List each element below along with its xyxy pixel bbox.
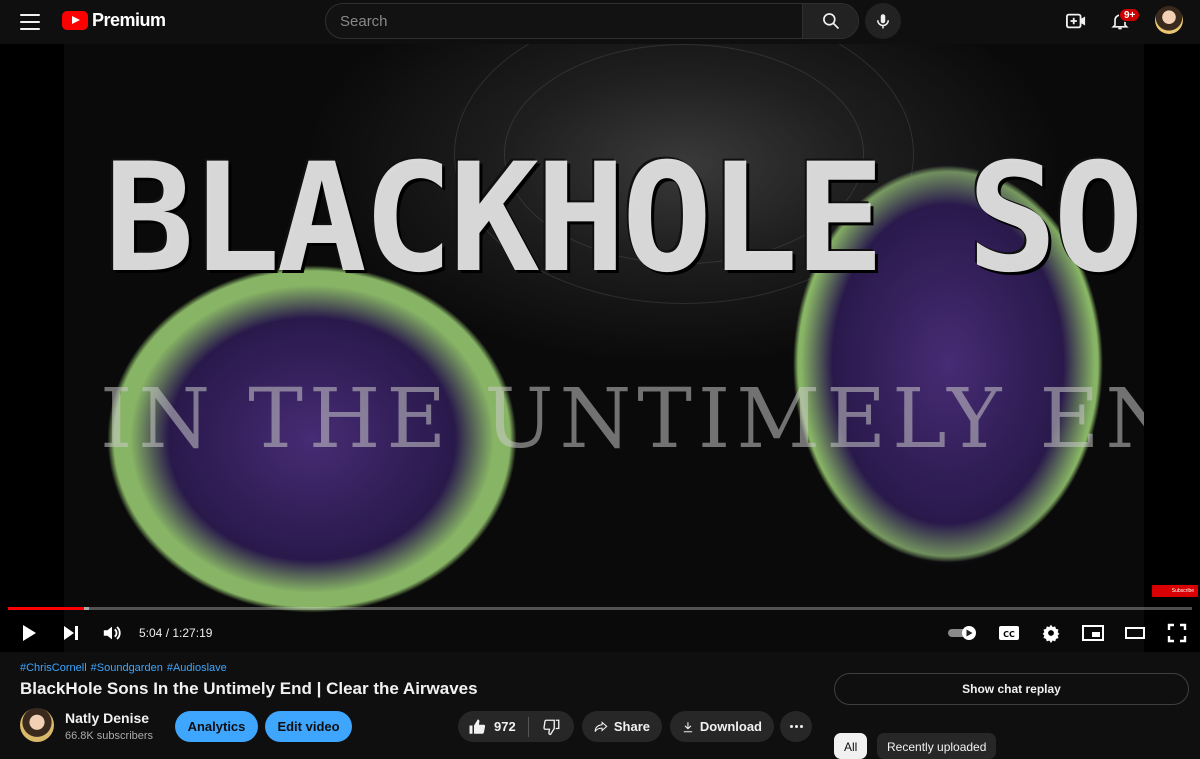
more-dot-icon: [799, 725, 803, 728]
create-button[interactable]: [1062, 8, 1090, 34]
autoplay-toggle[interactable]: [946, 618, 980, 648]
thumbs-down-icon: [542, 719, 559, 735]
more-dot-icon: [794, 725, 798, 728]
hashtag-list: #ChrisCornell #Soundgarden #Audioslave: [20, 662, 227, 674]
progress-bar[interactable]: [8, 607, 1192, 610]
video-overlay-title: BLACKHOLE SONS: [104, 132, 1144, 306]
voice-search-button[interactable]: [865, 3, 901, 39]
share-button[interactable]: Share: [582, 711, 662, 742]
subscribe-watermark-label: Subscribe: [1171, 588, 1194, 594]
show-chat-replay-button[interactable]: Show chat replay: [834, 673, 1189, 705]
miniplayer-icon: [1082, 625, 1104, 641]
notification-badge: 9+: [1119, 8, 1141, 22]
like-dislike-group: 972: [458, 711, 574, 742]
hashtag-link[interactable]: #Audioslave: [167, 662, 227, 674]
current-time: 5:04: [139, 626, 163, 640]
search-button[interactable]: [802, 4, 858, 38]
play-button[interactable]: [14, 618, 44, 648]
skip-next-icon: [64, 626, 78, 640]
volume-icon: [103, 626, 121, 640]
theater-mode-icon: [1125, 627, 1145, 639]
search-icon: [822, 13, 839, 30]
channel-avatar[interactable]: [20, 708, 54, 742]
chip-all[interactable]: All: [834, 733, 868, 759]
settings-button[interactable]: [1036, 618, 1066, 648]
theater-mode-button[interactable]: [1120, 618, 1150, 648]
hashtag-link[interactable]: #ChrisCornell: [20, 662, 87, 674]
play-icon: [23, 625, 36, 641]
fullscreen-icon: [1167, 623, 1187, 643]
video-frame[interactable]: BLACKHOLE SONS IN THE UNTIMELY END: [64, 44, 1144, 652]
svg-text:CC: CC: [1003, 630, 1015, 639]
duration: 1:27:19: [172, 626, 213, 640]
closed-captions-icon: CC: [999, 626, 1019, 640]
create-video-icon: [1066, 13, 1086, 29]
hashtag-link[interactable]: #Soundgarden: [91, 662, 163, 674]
share-icon: [594, 720, 608, 732]
youtube-logo-icon: [62, 11, 88, 30]
like-count: 972: [494, 719, 516, 734]
chip-recently-uploaded[interactable]: Recently uploaded: [877, 733, 997, 759]
logo-text: Premium: [92, 10, 166, 30]
menu-icon[interactable]: [18, 11, 42, 33]
download-icon: [683, 721, 693, 732]
download-label: Download: [699, 719, 762, 734]
youtube-premium-logo[interactable]: Premium: [62, 10, 166, 31]
time-display: 5:04 / 1:27:19: [139, 626, 213, 640]
fullscreen-button[interactable]: [1162, 618, 1192, 648]
progress-played: [8, 607, 85, 610]
dislike-button[interactable]: [529, 711, 574, 742]
more-actions-button[interactable]: [780, 711, 812, 742]
more-dot-icon: [789, 725, 793, 728]
analytics-button[interactable]: Analytics: [175, 711, 258, 742]
subtitles-button[interactable]: CC: [994, 618, 1024, 648]
subscriber-count: 66.8K subscribers: [65, 730, 154, 742]
next-button[interactable]: [56, 618, 86, 648]
video-title: BlackHole Sons In the Untimely End | Cle…: [20, 679, 478, 698]
subscribe-watermark[interactable]: Subscribe: [1152, 585, 1198, 597]
account-avatar[interactable]: [1155, 6, 1183, 34]
thumbs-up-icon: [469, 719, 486, 734]
player-controls: 5:04 / 1:27:19 CC: [0, 614, 1200, 652]
gear-icon: [1042, 624, 1060, 643]
share-label: Share: [613, 719, 650, 734]
channel-name[interactable]: Natly Denise: [65, 710, 149, 726]
miniplayer-button[interactable]: [1078, 618, 1108, 648]
download-button[interactable]: Download: [670, 711, 774, 742]
microphone-icon: [877, 14, 889, 29]
like-button[interactable]: 972: [458, 711, 528, 742]
search-box: [325, 3, 859, 39]
mute-button[interactable]: [97, 618, 127, 648]
search-input[interactable]: [326, 4, 802, 38]
video-player[interactable]: BLACKHOLE SONS IN THE UNTIMELY END Subsc…: [0, 44, 1200, 652]
autoplay-toggle-icon: [948, 626, 976, 640]
top-bar: Premium 9+: [0, 0, 1200, 44]
video-overlay-subtitle: IN THE UNTIMELY END: [100, 372, 1144, 467]
edit-video-button[interactable]: Edit video: [265, 711, 352, 742]
video-info: #ChrisCornell #Soundgarden #Audioslave B…: [0, 652, 1200, 759]
